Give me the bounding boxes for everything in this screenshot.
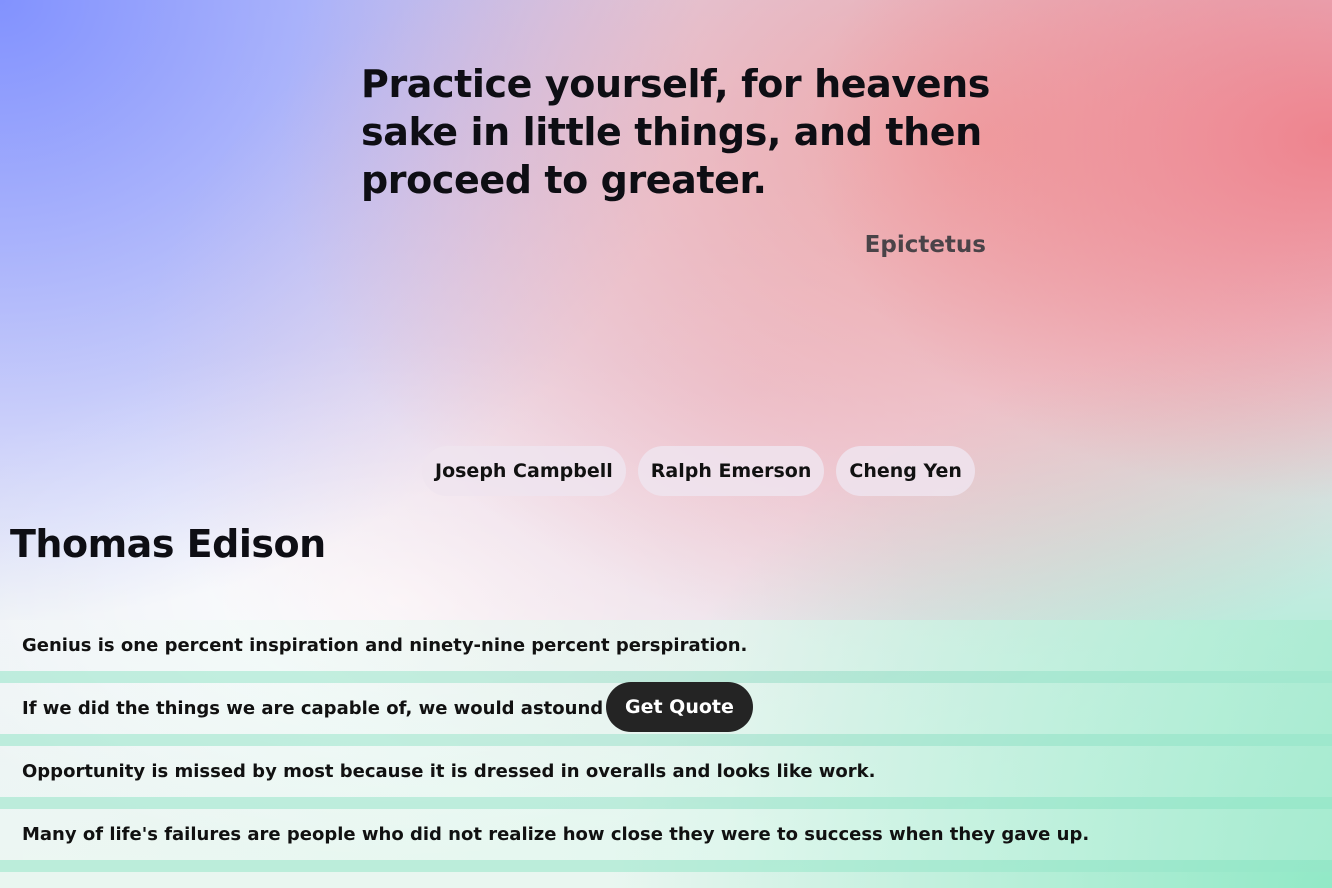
featured-quote-text: Practice yourself, for heavens sake in l… [361,62,990,202]
featured-quote: Practice yourself, for heavens sake in l… [361,60,1001,204]
author-chip-ralph-emerson[interactable]: Ralph Emerson [637,446,825,496]
selected-author-heading: Thomas Edison [10,522,326,566]
quote-list-item[interactable]: Many of life's failures are people who d… [0,809,1332,872]
get-quote-button[interactable]: Get Quote [606,682,753,732]
author-chip-cheng-yen[interactable]: Cheng Yen [836,446,975,496]
author-chip-joseph-campbell[interactable]: Joseph Campbell [422,446,626,496]
author-quote-list: Genius is one percent inspiration and ni… [0,620,1332,872]
quote-list-item[interactable]: Genius is one percent inspiration and ni… [0,620,1332,683]
author-chips: Joseph Campbell Ralph Emerson Cheng Yen [422,446,975,496]
quote-app: Practice yourself, for heavens sake in l… [0,0,1332,888]
featured-quote-author: Epictetus [864,232,986,258]
quote-list-item[interactable]: Opportunity is missed by most because it… [0,746,1332,809]
